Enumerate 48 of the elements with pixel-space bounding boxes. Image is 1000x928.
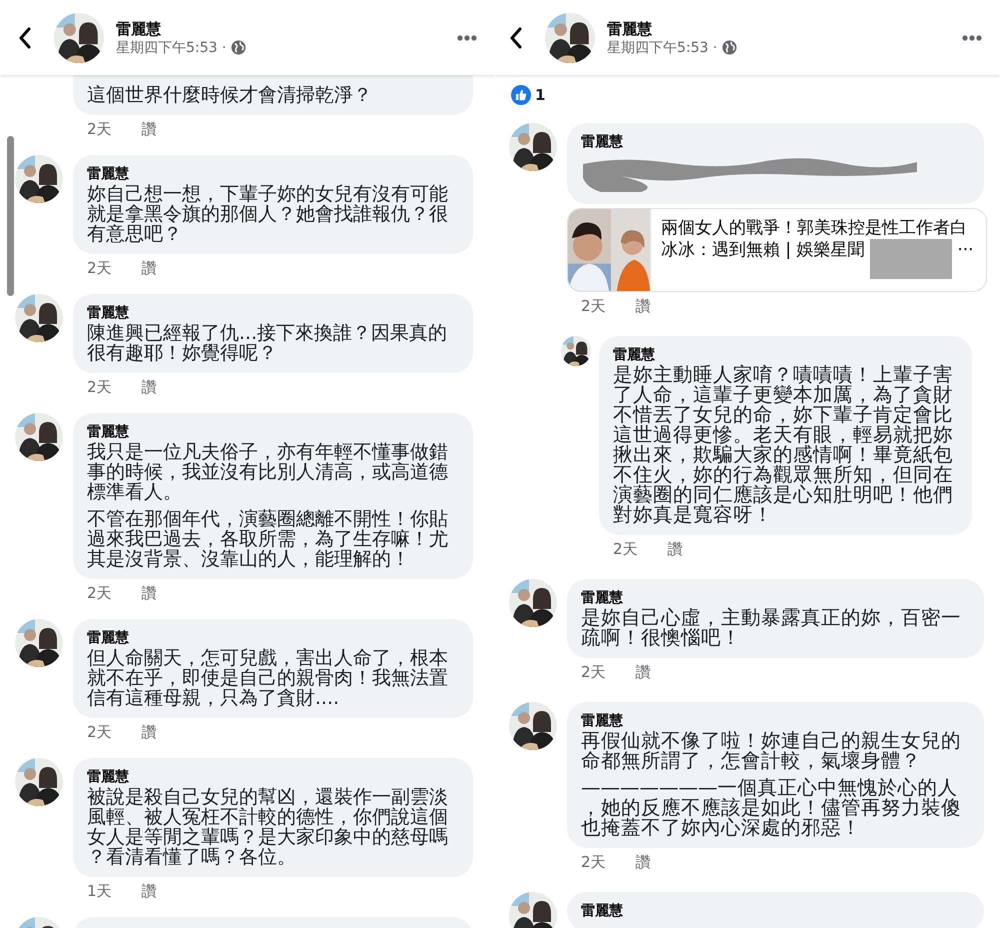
like-link[interactable]: 讚 — [142, 377, 157, 401]
author-name[interactable]: 雷麗慧 — [87, 423, 129, 442]
author-name[interactable]: 雷麗慧 — [581, 589, 623, 608]
link-title[interactable]: 兩個女人的戰爭！郭美珠控是性工作者白冰冰：遇到無賴 | 娛樂星聞 ··· — [650, 209, 986, 279]
like-link[interactable]: 讚 — [142, 881, 157, 905]
like-link[interactable]: 讚 — [668, 539, 683, 563]
comment-text: 再假仙就不像了啦！妳連自己的親生女兒的命都無所謂了，怎會計較，氣壞身體？ — [581, 731, 962, 771]
author-name[interactable]: 雷麗慧 — [613, 346, 655, 365]
author-name[interactable]: 雷麗慧 — [581, 133, 623, 152]
comment-age: 2天 — [581, 852, 606, 873]
comment-age: 1天 — [87, 881, 112, 902]
comment-text: 不管在那個年代，演藝圈總離不開性！你貼過來我巴過去，各取所需，為了生存嘛！尤其是沒背景、沒靠山的人，能理解的！ — [87, 509, 449, 569]
like-link[interactable]: 讚 — [636, 296, 651, 320]
author-name[interactable]: 雷麗慧 — [87, 629, 129, 648]
author-name[interactable]: 雷麗慧 — [607, 18, 962, 38]
author-name[interactable]: 雷麗慧 — [581, 712, 623, 731]
post-time: 星期四下午5:53 · — [116, 38, 226, 56]
author-name[interactable]: 雷麗慧 — [87, 768, 129, 787]
author-name[interactable]: 雷麗慧 — [87, 165, 129, 184]
link-preview-card[interactable]: 兩個女人的戰爭！郭美珠控是性工作者白冰冰：遇到無賴 | 娛樂星聞 ··· — [567, 208, 987, 292]
comment-age: 2天 — [581, 662, 606, 683]
comment-text: 我只是一位凡夫俗子，亦有年輕不懂事做錯事的時候，我並沒有比別人清高，或高道德標準看人。 — [87, 442, 449, 502]
comment-age: 2天 — [87, 258, 112, 279]
like-link[interactable]: 讚 — [142, 722, 157, 746]
author-name[interactable]: 雷麗慧 — [116, 18, 457, 38]
comment-age: 2天 — [87, 722, 112, 743]
comment-age: 2天 — [581, 296, 606, 317]
comment-age: 2天 — [87, 119, 112, 140]
comment-text: 這個世界什麼時候才會清掃乾淨？ — [87, 85, 373, 105]
reaction-count[interactable]: 1 — [535, 86, 546, 104]
like-link[interactable]: 讚 — [636, 662, 651, 686]
author-name[interactable]: 雷麗慧 — [581, 902, 623, 921]
comment-text: ———————一個真正心中無愧於心的人，她的反應不應該是如此！儘管再努力裝傻也掩蓋不了妳內心深處的邪惡！ — [581, 778, 962, 838]
comment-text: 被說是殺自己女兒的幫凶，還裝作一副雲淡風輕、被人冤枉不計較的德性，你們說這個女人是等閒之輩嗎？是大家印象中的慈母嗎？看清看懂了嗎？各位。 — [87, 787, 449, 867]
comment-text: 妳自己想一想，下輩子妳的女兒有沒有可能就是拿黑令旗的那個人？她會找誰報仇？很有意思吧？ — [87, 184, 449, 244]
like-link[interactable]: 讚 — [636, 852, 651, 876]
comment-text: 是妳主動睡人家唷？嘖嘖嘖！上輩子害了人命，這輩子更變本加厲，為了貪財不惜丟了女兒的命，妳下輩子肯定會比這世過得更慘。老天有眼，輕易就把妳揪出來，欺騙大家的感情啊！畢竟紙包不住火，妳的行為觀眾無所知，但同在演藝圈的同仁應該是心知肚明吧！他們對妳真是寬容呀！ — [613, 365, 954, 525]
comment-text: 但人命關天，怎可兒戲，害出人命了，根本就不在乎，即使是自己的親骨肉！我無法置信有這種母親，只為了貪財.... — [87, 648, 449, 708]
post-time: 星期四下午5:53 · — [607, 38, 718, 56]
comment-text: 是妳自己心虛，主動暴露真正的妳，百密一疏啊！很懊惱吧！ — [581, 608, 962, 648]
like-link[interactable]: 讚 — [142, 258, 157, 282]
comment-age: 2天 — [87, 583, 112, 604]
author-name[interactable]: 雷麗慧 — [87, 304, 129, 323]
like-link[interactable]: 讚 — [142, 583, 157, 607]
comment-age: 2天 — [87, 377, 112, 398]
comment-text: 陳進興已經報了仇...接下來換誰？因果真的很有趣耶！妳覺得呢？ — [87, 323, 448, 363]
comment-age: 2天 — [613, 539, 638, 560]
like-link[interactable]: 讚 — [142, 119, 157, 143]
